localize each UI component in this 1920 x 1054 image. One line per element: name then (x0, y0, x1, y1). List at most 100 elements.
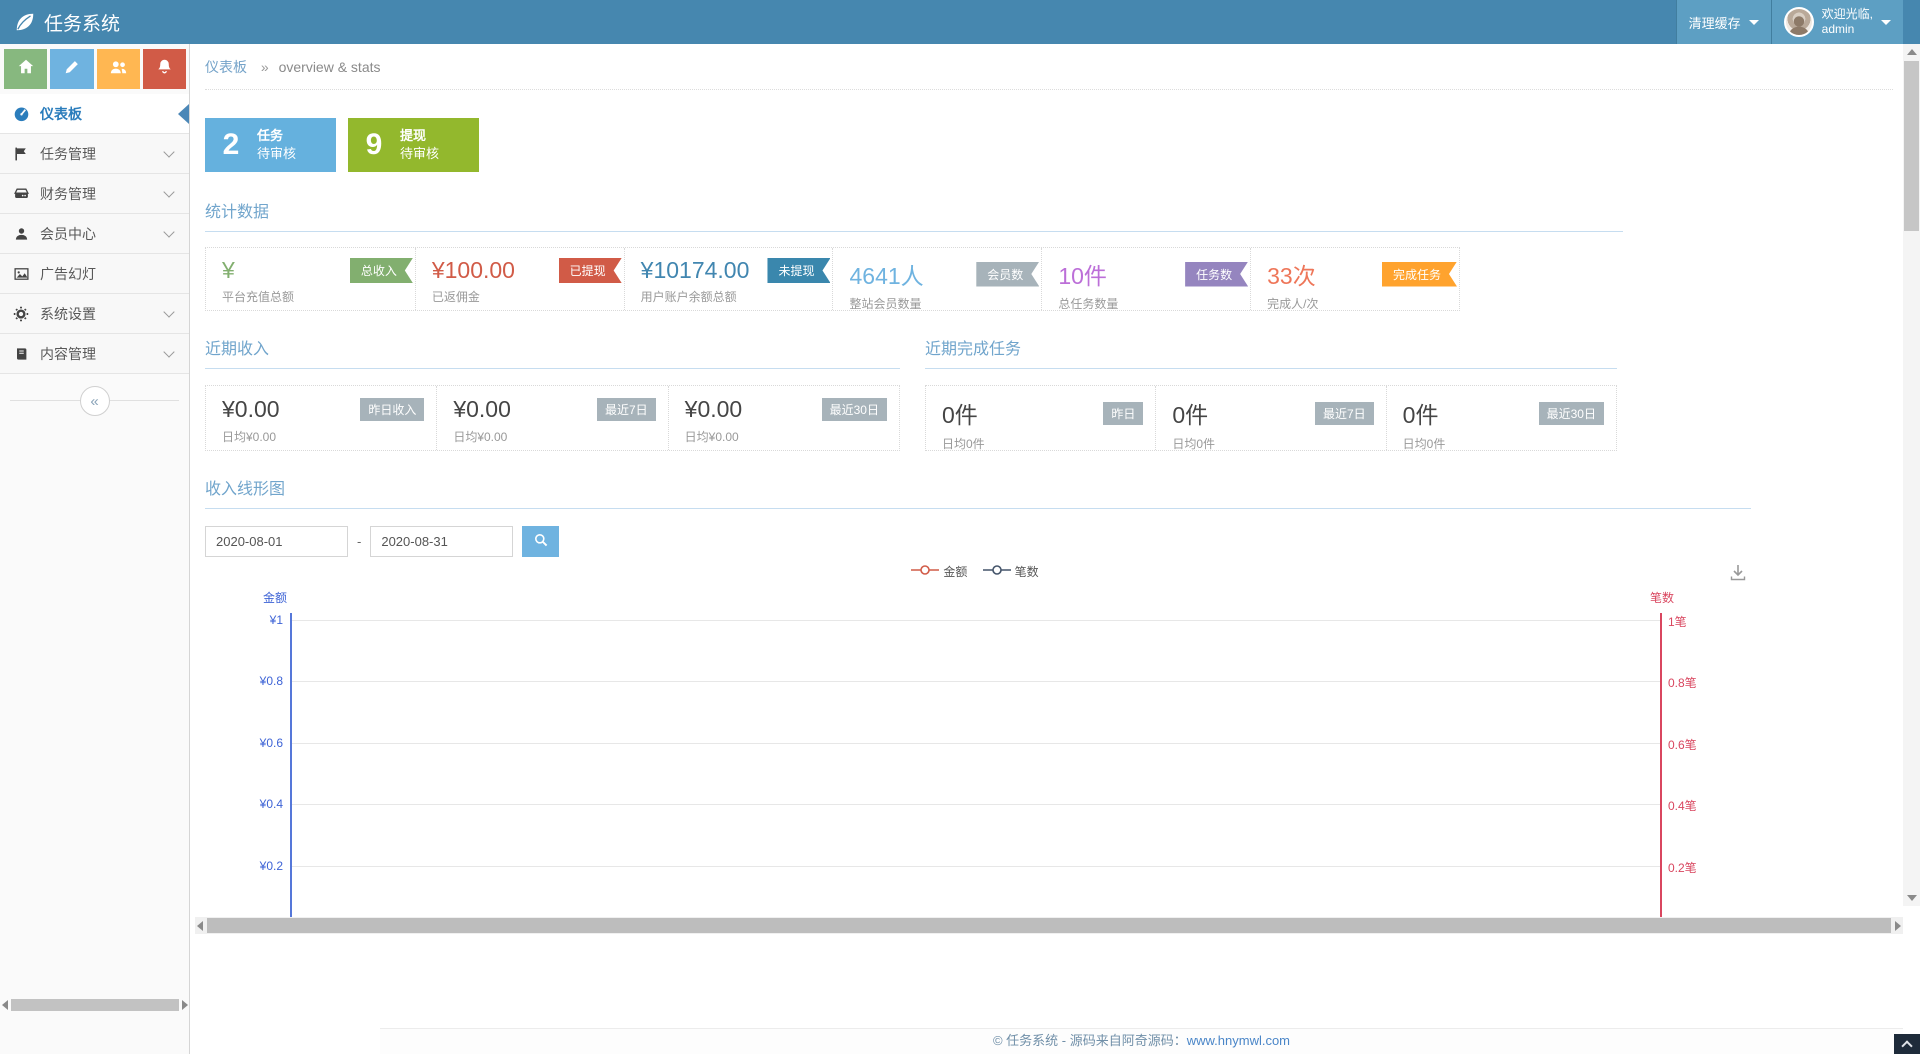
user-menu[interactable]: 欢迎光临, admin (1771, 0, 1903, 44)
tasks-7days: 0件最近7日 日均0件 (1155, 386, 1385, 450)
summary-tiles: 2 任务 待审核 9 提现 待审核 (205, 118, 1903, 172)
notifications-shortcut-button[interactable] (143, 49, 186, 89)
tasks-value: 0件 (1403, 396, 1439, 430)
pending-tasks-tile[interactable]: 2 任务 待审核 (205, 118, 336, 172)
clear-cache-button[interactable]: 清理缓存 (1676, 0, 1771, 44)
sidebar-item-label: 仪表板 (40, 104, 82, 124)
sidebar-item-label: 财务管理 (40, 184, 96, 204)
vertical-scrollbar[interactable] (1903, 44, 1920, 906)
right-axis-line (1660, 613, 1662, 917)
tasks-yesterday: 0件 昨日 日均0件 (926, 386, 1155, 450)
scrollbar-thumb[interactable] (1904, 61, 1919, 231)
start-date-input[interactable] (205, 526, 348, 557)
chart-legend-row: 金额 笔数 (205, 563, 1903, 585)
pending-withdrawals-tile[interactable]: 9 提现 待审核 (348, 118, 479, 172)
right-axis-title: 笔数 (1632, 589, 1692, 606)
tasks-average: 日均0件 (942, 435, 1143, 452)
page: 任务系统 清理缓存 欢迎光临, admin (0, 0, 1920, 1054)
sidebar-item-label: 会员中心 (40, 224, 96, 244)
income-value: ¥0.00 (222, 396, 280, 423)
sidebar-item-dashboard[interactable]: 仪表板 (0, 94, 189, 134)
stat-total-income: ¥总收入 平台充值总额 (206, 248, 415, 310)
stat-value: 33次 (1267, 257, 1316, 291)
home-shortcut-button[interactable] (4, 49, 47, 89)
tasks-average: 日均0件 (1172, 435, 1373, 452)
period-badge: 最近30日 (822, 398, 887, 421)
scroll-left-icon[interactable] (2, 1000, 8, 1010)
tile-text: 任务 待审核 (257, 127, 296, 163)
sidebar-collapse-row: « (0, 384, 189, 418)
footer-link[interactable]: www.hnymwl.com (1187, 1033, 1290, 1048)
legend-label: 笔数 (1015, 563, 1039, 580)
recent-row: 近期收入 ¥0.00昨日收入 日均¥0.00 ¥0.00最近7日 日均¥0.00… (205, 335, 1903, 451)
scroll-down-icon (1907, 895, 1917, 901)
stat-completed: 33次完成任务 完成人/次 (1250, 248, 1459, 310)
scroll-up-button[interactable] (1903, 44, 1920, 60)
users-shortcut-button[interactable] (97, 49, 140, 89)
hdd-icon (12, 186, 30, 202)
sidebar-item-settings[interactable]: 系统设置 (0, 294, 189, 334)
sidebar-item-tasks[interactable]: 任务管理 (0, 134, 189, 174)
tile-count: 2 (205, 128, 257, 162)
breadcrumb-home[interactable]: 仪表板 (205, 59, 247, 75)
income-yesterday: ¥0.00昨日收入 日均¥0.00 (206, 386, 436, 450)
gauge-icon (12, 105, 30, 122)
legend-amount[interactable]: 金额 (911, 563, 967, 580)
edit-shortcut-button[interactable] (50, 49, 93, 89)
date-range-separator: - (357, 534, 361, 549)
scroll-right-icon[interactable] (1895, 921, 1901, 931)
chart-horizontal-scrollbar[interactable] (195, 917, 1903, 934)
sidebar-item-banners[interactable]: 广告幻灯 (0, 254, 189, 294)
search-button[interactable] (522, 526, 559, 557)
sidebar-item-label: 系统设置 (40, 304, 96, 324)
breadcrumb-current: overview & stats (279, 59, 381, 75)
tasks-value: 0件 (942, 396, 978, 430)
gear-icon (12, 306, 30, 322)
tile-text: 提现 待审核 (400, 127, 439, 163)
caret-down-icon (1881, 20, 1891, 25)
tasks-value: 0件 (1172, 396, 1208, 430)
sidebar-horizontal-scrollbar[interactable] (0, 998, 190, 1012)
ribbon-badge: 未提现 (767, 258, 830, 283)
scroll-up-icon (1907, 49, 1917, 55)
scrollbar-thumb[interactable] (11, 999, 179, 1011)
income-7days: ¥0.00最近7日 日均¥0.00 (436, 386, 667, 450)
sidebar-shortcuts (0, 44, 189, 94)
period-badge: 最近7日 (597, 398, 656, 421)
legend-count[interactable]: 笔数 (983, 563, 1039, 580)
gridline (292, 620, 1660, 621)
left-tick: ¥0.4 (205, 797, 283, 811)
chevron-down-icon (163, 146, 174, 157)
welcome-prefix: 欢迎光临, (1822, 7, 1873, 21)
sidebar-item-members[interactable]: 会员中心 (0, 214, 189, 254)
chart-section: 收入线形图 (205, 475, 1751, 509)
clear-cache-label: 清理缓存 (1689, 13, 1741, 32)
sidebar-item-content[interactable]: 内容管理 (0, 334, 189, 374)
sidebar-item-label: 广告幻灯 (40, 264, 96, 284)
ribbon-badge: 完成任务 (1382, 262, 1457, 287)
active-indicator (178, 104, 189, 124)
stat-label: 平台充值总额 (222, 288, 415, 305)
line-marker-icon (983, 564, 1011, 579)
scroll-left-icon[interactable] (197, 921, 203, 931)
period-badge: 昨日 (1103, 402, 1143, 425)
sidebar-item-finance[interactable]: 财务管理 (0, 174, 189, 214)
left-tick: ¥0.2 (205, 859, 283, 873)
bell-icon (156, 58, 173, 81)
app-header: 任务系统 清理缓存 欢迎光临, admin (0, 0, 1920, 44)
book-icon (12, 346, 30, 362)
scroll-right-icon[interactable] (182, 1000, 188, 1010)
income-value: ¥0.00 (685, 396, 743, 423)
tile-count: 9 (348, 128, 400, 162)
username: admin (1822, 22, 1855, 36)
download-icon[interactable] (1728, 563, 1748, 588)
scrollbar-thumb[interactable] (207, 918, 1891, 933)
scroll-down-button[interactable] (1903, 890, 1920, 906)
footer-copyright: © 任务系统 - 源码来自阿奇源码： (993, 1033, 1187, 1048)
end-date-input[interactable] (370, 526, 513, 557)
sidebar-collapse-button[interactable]: « (80, 386, 110, 416)
sidebar-item-label: 内容管理 (40, 344, 96, 364)
left-tick: ¥1 (205, 613, 283, 627)
income-line-chart: 金额 笔数 ¥1 ¥0.8 ¥0.6 ¥0.4 ¥0.2 1笔 0.8笔 0.6… (205, 587, 1900, 917)
back-to-top-button[interactable] (1894, 1034, 1920, 1054)
